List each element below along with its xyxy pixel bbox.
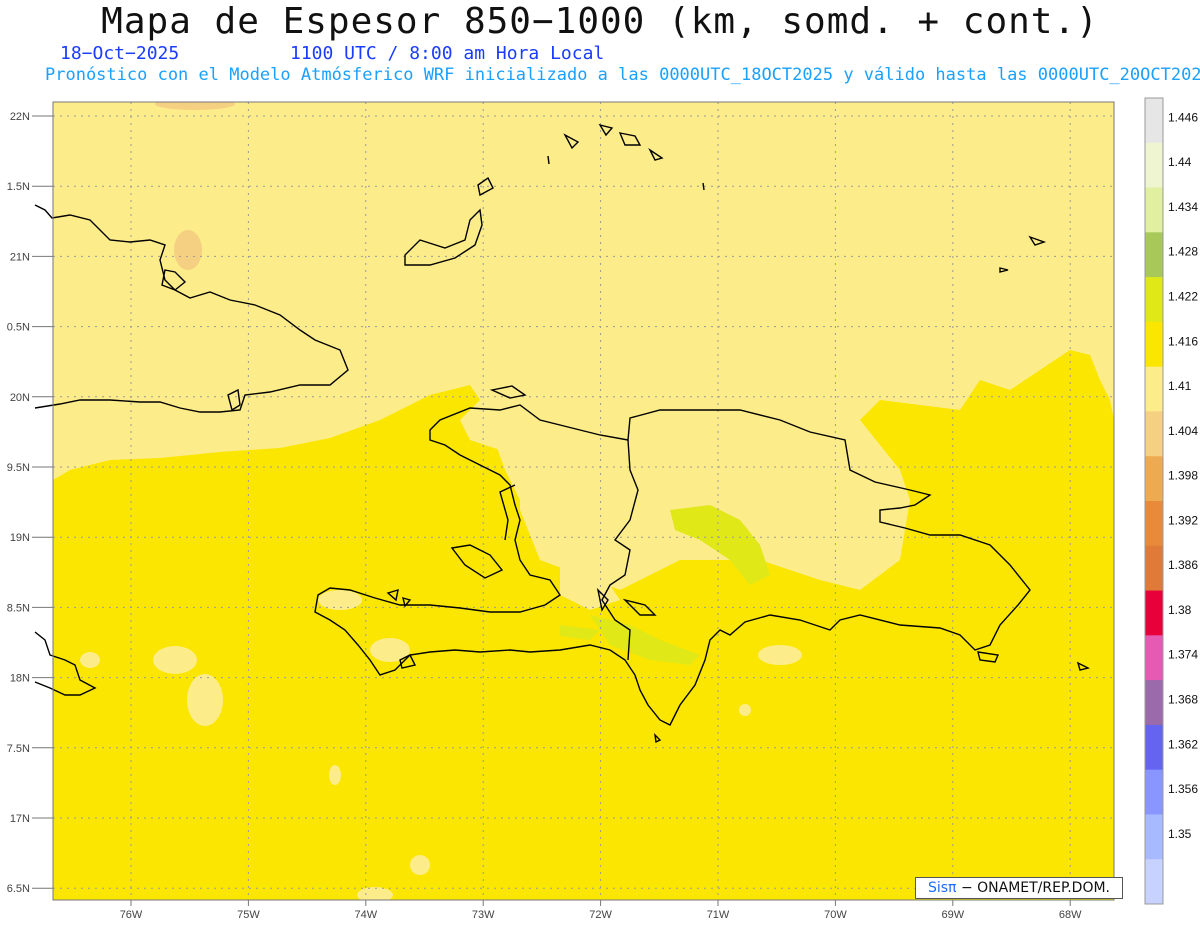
thickness-map: 22N 1.5N 21N 0.5N 20N 9.5N 19N 8.5N 18N 7.5N 17N 6.… — [7, 97, 1198, 921]
colorbar-label: 1.356 — [1168, 782, 1198, 796]
colorbar-label: 1.392 — [1168, 513, 1198, 527]
lat-label: 7.5N — [7, 743, 30, 755]
lat-label: 19N — [10, 532, 30, 544]
colorbar-swatch — [1145, 277, 1163, 323]
colorbar: 1.446 1.44 1.434 1.428 1.422 1.416 1.41 1.404 1.… — [1144, 97, 1198, 905]
colorbar-swatch — [1145, 635, 1163, 681]
colorbar-swatch — [1145, 98, 1163, 144]
lat-label: 20N — [10, 392, 30, 404]
lon-label: 70W — [824, 909, 847, 921]
colorbar-swatch — [1145, 366, 1163, 412]
colorbar-label: 1.404 — [1168, 424, 1198, 438]
lat-label: 6.5N — [7, 883, 30, 895]
colorbar-swatch — [1145, 814, 1163, 860]
colorbar-swatch — [1145, 456, 1163, 502]
lat-label: 1.5N — [7, 181, 30, 193]
colorbar-label: 1.446 — [1168, 110, 1198, 124]
lat-label: 21N — [10, 251, 30, 263]
shaded-field — [53, 102, 1114, 900]
lon-label: 71W — [707, 909, 730, 921]
colorbar-swatch — [1145, 680, 1163, 726]
colorbar-swatch — [1145, 590, 1163, 636]
colorbar-label: 1.374 — [1168, 648, 1198, 662]
lat-label: 17N — [10, 813, 30, 825]
lon-label: 68W — [1059, 909, 1082, 921]
lat-label: 0.5N — [7, 322, 30, 334]
colorbar-label: 1.41 — [1168, 379, 1192, 393]
colorbar-label: 1.428 — [1168, 245, 1198, 259]
credit-text: − ONAMET/REP.DOM. — [960, 880, 1110, 896]
lon-label: 75W — [237, 909, 260, 921]
colorbar-label: 1.386 — [1168, 558, 1198, 572]
longitude-labels: 76W 75W 74W 73W 72W 71W 70W 69W 68W — [120, 900, 1082, 921]
colorbar-swatch — [1145, 232, 1163, 278]
lon-label: 73W — [472, 909, 495, 921]
colorbar-swatch — [1145, 724, 1163, 771]
colorbar-swatch — [1145, 545, 1163, 592]
credit-logo: Sisπ — [927, 880, 957, 896]
colorbar-swatch — [1145, 411, 1163, 457]
lon-label: 72W — [589, 909, 612, 921]
colorbar-swatch — [1145, 187, 1163, 233]
lat-label: 9.5N — [7, 462, 30, 474]
lon-label: 69W — [941, 909, 964, 921]
lon-label: 74W — [354, 909, 377, 921]
colorbar-swatch — [1145, 142, 1163, 189]
latitude-labels: 22N 1.5N 21N 0.5N 20N 9.5N 19N 8.5N 18N 7.5N 17N 6.… — [7, 111, 53, 895]
colorbar-label: 1.398 — [1168, 469, 1198, 483]
colorbar-label: 1.422 — [1168, 290, 1198, 304]
lat-label: 8.5N — [7, 602, 30, 614]
colorbar-label: 1.44 — [1168, 155, 1192, 169]
lon-label: 76W — [120, 909, 143, 921]
colorbar-label: 1.35 — [1168, 827, 1192, 841]
credit-box: Sisπ − ONAMET/REP.DOM. — [915, 877, 1123, 899]
colorbar-label: 1.368 — [1168, 693, 1198, 707]
colorbar-swatch — [1145, 769, 1163, 815]
lat-label: 22N — [10, 111, 30, 123]
lat-label: 18N — [10, 673, 30, 685]
colorbar-swatch — [1145, 859, 1163, 905]
colorbar-label: 1.434 — [1168, 200, 1198, 214]
colorbar-label: 1.416 — [1168, 334, 1198, 348]
colorbar-swatch — [1145, 321, 1163, 368]
colorbar-label: 1.38 — [1168, 603, 1192, 617]
colorbar-label: 1.362 — [1168, 737, 1198, 751]
colorbar-swatch — [1145, 501, 1163, 547]
